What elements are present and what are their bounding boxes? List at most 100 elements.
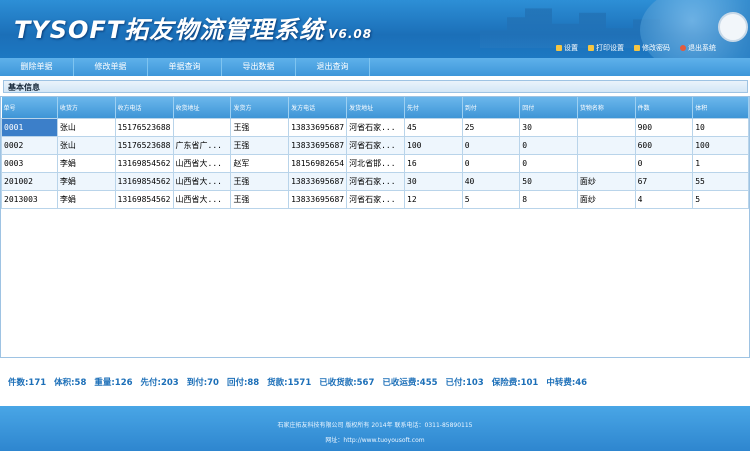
export-data-button[interactable]: 导出数据 — [222, 58, 296, 76]
table-cell[interactable]: 13833695687 — [288, 136, 348, 155]
table-cell[interactable]: 5 — [692, 190, 749, 209]
column-header[interactable]: 件数 — [635, 97, 694, 119]
logout-link[interactable]: 退出系统 — [680, 43, 716, 53]
table-cell[interactable]: 30 — [519, 118, 578, 137]
column-header[interactable]: 收货方 — [57, 97, 116, 119]
query-records-button[interactable]: 单据查询 — [148, 58, 222, 76]
printer-icon — [588, 45, 594, 51]
column-header[interactable]: 发货方 — [230, 97, 290, 119]
table-cell[interactable]: 201002 — [1, 172, 58, 191]
table-cell[interactable]: 张山 — [56, 118, 116, 137]
table-cell[interactable]: 河省石家... — [346, 136, 406, 155]
table-cell[interactable]: 25 — [461, 118, 521, 137]
delete-record-button[interactable]: 删除单据 — [0, 58, 74, 76]
table-cell[interactable]: 8 — [519, 190, 578, 209]
exit-query-button[interactable]: 退出查询 — [296, 58, 370, 76]
table-cell[interactable]: 15176523688 — [114, 118, 174, 137]
table-cell[interactable] — [172, 118, 232, 137]
table-row[interactable]: 0001 张山 15176523688 王强 13833695687 河省石家... 45 2… — [1, 118, 749, 137]
table-cell[interactable]: 赵军 — [230, 154, 290, 173]
column-header[interactable]: 发方电话 — [288, 97, 348, 119]
table-row[interactable]: 201002 李娟 13169854562 山西省大... 王强 13833695687 河… — [1, 172, 749, 191]
table-cell[interactable]: 600 — [634, 136, 694, 155]
table-cell[interactable]: 45 — [404, 118, 463, 137]
column-header[interactable]: 发货地址 — [346, 97, 406, 119]
table-cell[interactable]: 面纱 — [576, 190, 636, 209]
table-cell[interactable]: 30 — [404, 172, 463, 191]
table-cell[interactable]: 10 — [692, 118, 749, 137]
table-cell[interactable]: 100 — [692, 136, 749, 155]
table-cell[interactable]: 0 — [634, 154, 694, 173]
change-password-link[interactable]: 修改密码 — [634, 43, 670, 53]
table-cell[interactable]: 0 — [461, 154, 521, 173]
footer-copyright: 石家庄拓友科技有限公司 版权所有 2014年 联系电话：0311-8589011… — [277, 422, 473, 429]
table-cell[interactable]: 广东省广... — [172, 136, 232, 155]
column-header[interactable]: 回付 — [519, 97, 578, 119]
column-header[interactable]: 到付 — [462, 97, 521, 119]
table-cell[interactable]: 面纱 — [576, 172, 636, 191]
column-header[interactable]: 先付 — [404, 97, 463, 119]
column-header[interactable]: 货物名称 — [577, 97, 636, 119]
table-cell[interactable]: 王强 — [230, 190, 290, 209]
table-cell[interactable]: 张山 — [56, 136, 116, 155]
table-cell[interactable]: 0001 — [1, 118, 58, 137]
table-cell[interactable]: 王强 — [230, 118, 290, 137]
table-cell[interactable]: 12 — [404, 190, 463, 209]
table-cell[interactable]: 100 — [404, 136, 463, 155]
column-header[interactable]: 收方电话 — [115, 97, 174, 119]
table-cell[interactable]: 2013003 — [1, 190, 58, 209]
table-cell[interactable]: 0002 — [1, 136, 58, 155]
table-row[interactable]: 0002 张山 15176523688 广东省广... 王强 13833695687 河省石… — [1, 136, 749, 155]
table-cell[interactable]: 河北省邯... — [346, 154, 406, 173]
table-row[interactable]: 0003 李娟 13169854562 山西省大... 赵军 18156982654 河北省… — [1, 154, 749, 173]
table-cell[interactable]: 山西省大... — [172, 172, 232, 191]
table-cell[interactable]: 40 — [461, 172, 521, 191]
table-cell[interactable] — [576, 154, 636, 173]
table-cell[interactable] — [576, 118, 636, 137]
table-cell[interactable]: 16 — [404, 154, 463, 173]
table-cell[interactable]: 李娟 — [56, 190, 116, 209]
table-cell[interactable]: 山西省大... — [172, 154, 232, 173]
table-cell[interactable]: 18156982654 — [288, 154, 348, 173]
table-cell[interactable]: 67 — [634, 172, 694, 191]
pencil-icon — [634, 45, 640, 51]
settings-link[interactable]: 设置 — [556, 43, 578, 53]
table-cell[interactable]: 13169854562 — [114, 190, 174, 209]
table-cell[interactable]: 李娟 — [56, 154, 116, 173]
table-cell[interactable] — [576, 136, 636, 155]
edit-record-button[interactable]: 修改单据 — [74, 58, 148, 76]
table-cell[interactable]: 河省石家... — [346, 172, 406, 191]
table-cell[interactable]: 河省石家... — [346, 190, 406, 209]
table-cell[interactable]: 王强 — [230, 172, 290, 191]
table-cell[interactable]: 王强 — [230, 136, 290, 155]
table-cell[interactable]: 0 — [519, 154, 578, 173]
table-cell[interactable]: 900 — [634, 118, 694, 137]
table-cell[interactable]: 1 — [692, 154, 749, 173]
records-table: 单号 收货方 收方电话 收货地址 发货方 发方电话 发货地址 先付 到付 回付 货物名称 件数 体积 0… — [1, 97, 749, 209]
table-row[interactable]: 2013003 李娟 13169854562 山西省大... 王强 13833695687… — [1, 190, 749, 209]
table-cell[interactable]: 李娟 — [56, 172, 116, 191]
print-settings-link[interactable]: 打印设置 — [588, 43, 624, 53]
table-cell[interactable]: 55 — [692, 172, 749, 191]
table-cell[interactable]: 13169854562 — [114, 154, 174, 173]
table-cell[interactable]: 4 — [634, 190, 694, 209]
table-cell[interactable]: 13833695687 — [288, 190, 348, 209]
stat-item: 件数:171 — [8, 378, 47, 388]
table-cell[interactable]: 13833695687 — [288, 118, 348, 137]
table-cell[interactable]: 13833695687 — [288, 172, 348, 191]
table-cell[interactable]: 0003 — [1, 154, 58, 173]
table-cell[interactable]: 河省石家... — [346, 118, 406, 137]
table-cell[interactable]: 13169854562 — [114, 172, 174, 191]
table-cell[interactable]: 5 — [461, 190, 521, 209]
column-header[interactable]: 收货地址 — [173, 97, 232, 119]
table-cell[interactable]: 山西省大... — [172, 190, 232, 209]
table-cell[interactable]: 0 — [461, 136, 521, 155]
table-cell[interactable]: 50 — [519, 172, 578, 191]
section-title: 基本信息 — [3, 80, 748, 93]
column-header[interactable]: 单号 — [1, 97, 58, 119]
stat-item: 回付:88 — [226, 378, 260, 388]
column-header[interactable]: 体积 — [692, 97, 749, 119]
summary-stats: 件数:171 体积:58 重量:126 先付:203 到付:70 回付:88 货款:1571… — [8, 376, 595, 388]
table-cell[interactable]: 15176523688 — [114, 136, 174, 155]
table-cell[interactable]: 0 — [519, 136, 578, 155]
